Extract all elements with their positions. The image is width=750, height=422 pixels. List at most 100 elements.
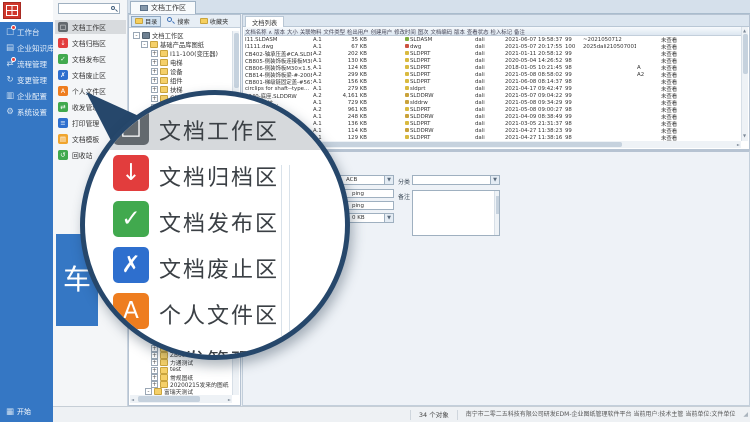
cell-sheet: 99 <box>564 37 582 43</box>
nav-item-icon: ▤ <box>5 43 15 53</box>
tree-node[interactable]: + 常规图纸 <box>131 374 231 381</box>
start-button[interactable]: ▦ 开始 <box>5 407 31 417</box>
cell-filetype: SLDPRT <box>404 72 444 78</box>
note-textarea[interactable] <box>412 190 500 236</box>
primary-nav-item[interactable]: ▥ 企业配置 <box>0 88 53 104</box>
tree-expander-icon[interactable]: + <box>151 367 158 374</box>
tree-expander-icon[interactable]: + <box>151 374 158 381</box>
dropdown-arrow-icon[interactable]: ▼ <box>491 175 500 185</box>
tree-expander-icon[interactable]: + <box>151 359 158 366</box>
nav-item-label: 文档发布区 <box>159 206 279 238</box>
cell-modified-time: 2021-05-08 09:00:27 <box>504 107 564 113</box>
tree-node-label: 基础产品库图纸 <box>160 40 204 49</box>
tree-node[interactable]: + test <box>131 367 231 374</box>
cell-version: A.1 <box>312 58 336 64</box>
primary-nav-item[interactable]: ⚙ 系统设置 <box>0 104 53 120</box>
tab-doc-workspace[interactable]: 文档工作区 <box>130 1 196 14</box>
search-tab-button[interactable]: 搜索 <box>163 16 193 27</box>
tree-node[interactable]: + 20200215发来的图纸 <box>131 381 231 388</box>
cell-version: A.2 <box>312 72 336 78</box>
column-header[interactable]: 查看状态 <box>466 27 490 35</box>
folder-icon <box>160 381 168 388</box>
tree-expander-icon[interactable]: - <box>141 41 148 48</box>
column-header[interactable]: 版本 <box>273 27 286 35</box>
cell-version2: A <box>636 65 660 71</box>
tree-node[interactable]: + 力通测试 <box>131 359 231 366</box>
tree-expander-icon[interactable]: + <box>151 381 158 388</box>
column-header[interactable]: 大小 <box>286 27 299 35</box>
tree-node[interactable]: + 电梯 <box>131 58 231 67</box>
document-nav-item[interactable]: ✓ 文档发布区 <box>55 52 126 66</box>
magnified-nav-item: □ 文档工作区 <box>85 104 345 150</box>
nav-item-label: 文档归档区 <box>159 160 279 192</box>
tab-document-list[interactable]: 文档列表 <box>245 16 284 27</box>
tree-expander-icon[interactable]: + <box>151 68 158 75</box>
nav-item-label: 文档工作区 <box>159 114 279 146</box>
search-tab-label: 搜索 <box>177 17 189 26</box>
cell-version2: A2 <box>636 72 660 78</box>
primary-nav-item[interactable]: ⇄ 流程管理 <box>0 56 53 72</box>
column-header[interactable]: 检入标记 <box>489 27 513 35</box>
primary-nav-item[interactable]: ▤ 企业知识库 <box>0 40 53 56</box>
cell-modified-time: 2021-06-08 08:14:37 <box>504 79 564 85</box>
cell-size: 35 KB <box>336 37 368 43</box>
cell-filetype: slddrw <box>404 100 444 106</box>
resize-grip-icon[interactable]: ◢ <box>743 411 750 418</box>
note-label: 备注 <box>398 192 410 201</box>
cell-size: 202 KB <box>336 51 368 57</box>
list-tab-strip: 文档列表 <box>243 15 749 27</box>
dropdown-arrow-icon[interactable]: ▼ <box>385 213 394 223</box>
tree-expander-icon[interactable]: + <box>151 59 158 66</box>
scroll-left-icon[interactable]: ◄ <box>131 397 134 402</box>
cell-size: 299 KB <box>336 72 368 78</box>
primary-nav-item[interactable]: □ 工作台 <box>0 24 53 40</box>
magnified-nav-item: ✗ 文档废止区 <box>85 242 345 288</box>
main-tab-label: 文档工作区 <box>151 3 186 13</box>
category-select[interactable] <box>412 175 491 185</box>
column-header[interactable]: 文件类型 <box>322 27 346 35</box>
tree-node[interactable]: + I11-100(变压器) <box>131 49 231 58</box>
filetype-icon <box>405 114 409 118</box>
directory-tab-button[interactable]: 目录 <box>131 16 161 27</box>
note-scrollbar[interactable] <box>494 191 499 235</box>
column-header[interactable]: 修改时间 <box>393 27 417 35</box>
column-header[interactable]: 文档名称 ∧ <box>244 27 273 35</box>
tree-node[interactable]: - 基础产品库图纸 <box>131 40 231 49</box>
column-header[interactable]: 创建用户 <box>370 27 394 35</box>
column-header[interactable]: 版本 <box>453 27 466 35</box>
table-header: 文档名称 ∧版本大小关联物料文件类型检出用户创建用户修改时间图次文档编码版本查看… <box>244 27 741 36</box>
column-header[interactable]: 文档编码 <box>430 27 454 35</box>
nav-item-label: 文档工作区 <box>72 22 106 32</box>
cell-sheet: 98 <box>564 135 582 141</box>
document-nav-item[interactable]: ↓ 文档归档区 <box>55 36 126 50</box>
document-nav-item[interactable]: ✗ 文档废止区 <box>55 68 126 82</box>
scroll-up-icon[interactable]: ▲ <box>743 28 746 33</box>
cell-modified-time: 2021-06-07 19:58:37 <box>504 37 564 43</box>
column-header[interactable]: 图次 <box>417 27 430 35</box>
tree-expander-icon[interactable]: - <box>133 32 140 39</box>
tree-node[interactable]: + 设备 <box>131 67 231 76</box>
column-header[interactable]: 检出用户 <box>346 27 370 35</box>
tree-expander-icon[interactable]: + <box>151 50 158 57</box>
folder-icon <box>160 59 168 66</box>
scroll-down-icon[interactable]: ▼ <box>743 133 746 138</box>
tree-horizontal-scrollbar[interactable]: ◄ ► <box>130 395 232 403</box>
document-nav-item[interactable]: □ 文档工作区 <box>55 20 126 34</box>
search-input[interactable] <box>60 4 110 13</box>
search-icon[interactable] <box>110 5 118 13</box>
cell-sheet: 99 <box>564 51 582 57</box>
favorites-tab-button[interactable]: 收藏夹 <box>196 16 233 27</box>
primary-nav-item[interactable]: ↻ 变更管理 <box>0 72 53 88</box>
cell-size: 130 KB <box>336 58 368 64</box>
tree-expander-icon[interactable]: + <box>151 77 158 84</box>
column-header[interactable]: 备注 <box>513 27 526 35</box>
dropdown-arrow-icon[interactable]: ▼ <box>385 175 394 185</box>
scroll-right-icon[interactable]: ► <box>228 397 231 402</box>
cell-create-user: dali <box>474 44 504 50</box>
table-vertical-scrollbar[interactable]: ▲ ▼ <box>741 27 748 141</box>
tree-node[interactable]: - 文档工作区 <box>131 31 231 40</box>
column-header[interactable]: 关联物料 <box>299 27 323 35</box>
scroll-right-icon[interactable]: ► <box>737 142 740 147</box>
start-icon: ▦ <box>5 407 15 417</box>
app-window: 文档工作区 目录 搜索 收藏夹 - 文档工作区 <box>0 0 750 422</box>
